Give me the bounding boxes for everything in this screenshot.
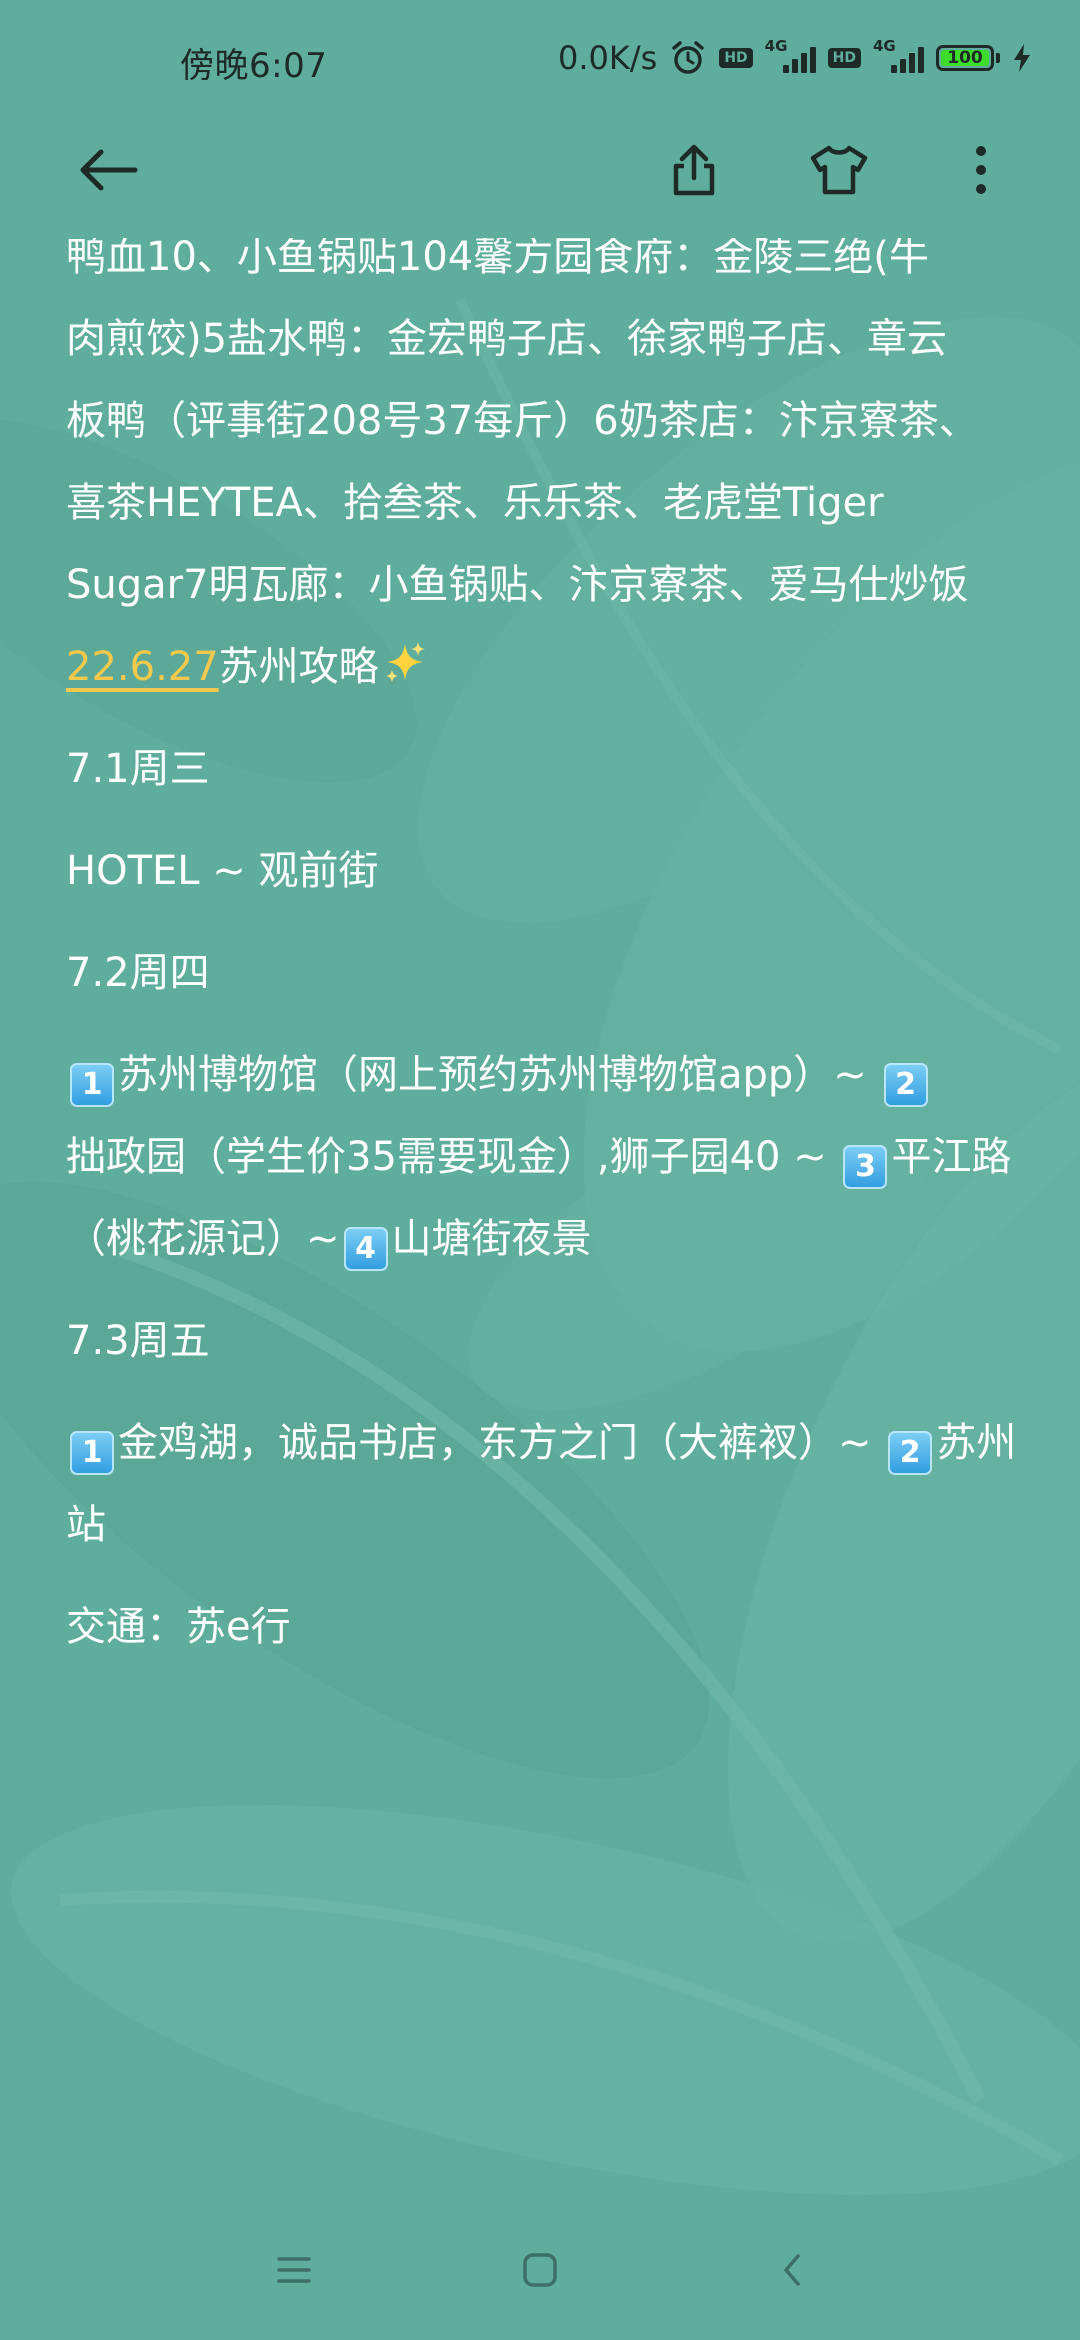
charging-bolt-icon <box>1014 44 1030 72</box>
status-time: 傍晚6:07 <box>180 46 328 86</box>
keycap-two-emoji: 2 <box>888 1431 933 1475</box>
day2-itinerary: 1 苏州博物馆（网上预约苏州博物馆app）~ 2 拙政园（学生价35需要现金）,狮子… <box>66 1034 1026 1280</box>
battery-level: 100 <box>941 49 989 66</box>
note-toolbar <box>0 120 1080 220</box>
day2-item: 苏州博物馆（网上预约苏州博物馆app）~ <box>118 1052 880 1098</box>
intro-line: 喜茶HEYTEA、拾叁茶、乐乐茶、老虎堂Tiger <box>66 480 884 526</box>
keycap-three-emoji: 3 <box>843 1145 888 1189</box>
shirt-icon <box>810 145 868 195</box>
home-square-icon <box>523 2253 557 2287</box>
date-link[interactable]: 22.6.27 <box>66 644 219 690</box>
status-indicators: 0.0K/s HD 4G HD 4G 100 <box>558 36 1032 80</box>
day3-item: 金鸡湖，诚品书店，东方之门（大裤衩）~ <box>118 1420 885 1466</box>
back-button[interactable] <box>68 130 148 210</box>
keycap-two-emoji: 2 <box>883 1063 928 1107</box>
status-bar: 傍晚6:07 0.0K/s HD 4G HD 4G 100 <box>0 0 1080 120</box>
more-vertical-icon <box>976 146 986 194</box>
day3-heading: 7.3周五 <box>66 1318 210 1364</box>
day3-itinerary: 1 金鸡湖，诚品书店，东方之门（大裤衩）~ 2 苏州站 <box>66 1402 1026 1566</box>
day2-item: 拙政园（学生价35需要现金）,狮子园40 ~ <box>66 1134 840 1180</box>
home-button[interactable] <box>500 2230 580 2310</box>
menu-icon <box>277 2257 311 2283</box>
battery-icon: 100 <box>936 45 1000 71</box>
intro-line: 板鸭（评事街208号37每斤）6奶茶店：汴京寮茶、 <box>66 398 979 444</box>
alarm-clock-icon <box>672 41 705 74</box>
day1-text: HOTEL ~ 观前街 <box>66 848 379 894</box>
system-back-button[interactable] <box>752 2230 832 2310</box>
note-content: 鸭血10、小鱼锅贴104馨方园食府：金陵三绝(牛 肉煎饺)5盐水鸭：金宏鸭子店、… <box>66 238 1026 1688</box>
transport-line: 交通：苏e行 <box>66 1604 291 1650</box>
note-title: 苏州攻略 <box>218 644 379 690</box>
signal-strength-icon-2: 4G <box>873 37 924 73</box>
keycap-one-emoji: 1 <box>70 1431 114 1475</box>
back-chevron-icon <box>784 2254 800 2286</box>
intro-line: 肉煎饺)5盐水鸭：金宏鸭子店、徐家鸭子店、章云 <box>66 316 948 362</box>
title-line: 22.6.27苏州攻略 <box>66 626 1026 708</box>
arrow-left-icon <box>80 149 138 191</box>
day2-item: 山塘街夜景 <box>391 1216 592 1262</box>
intro-line: 鸭血10、小鱼锅贴104馨方园食府：金陵三绝(牛 <box>66 238 929 280</box>
keycap-four-emoji: 4 <box>343 1227 388 1271</box>
system-nav-bar <box>0 2200 1080 2340</box>
day2-heading: 7.2周四 <box>66 950 210 996</box>
day1-heading: 7.1周三 <box>66 746 210 792</box>
share-button[interactable] <box>654 130 734 210</box>
theme-button[interactable] <box>799 130 879 210</box>
network-type-label: 4G <box>764 37 788 55</box>
share-icon <box>673 144 715 196</box>
keycap-one-emoji: 1 <box>70 1063 114 1107</box>
hd-badge-2: HD <box>827 48 861 68</box>
network-type-label-2: 4G <box>873 37 896 55</box>
hd-badge: HD <box>719 48 753 68</box>
intro-line: Sugar7明瓦廊：小鱼锅贴、汴京寮茶、爱马仕炒饭 <box>66 544 1026 626</box>
intro-paragraph: 鸭血10、小鱼锅贴104馨方园食府：金陵三绝(牛 肉煎饺)5盐水鸭：金宏鸭子店、… <box>66 238 1026 708</box>
signal-strength-icon: 4G <box>765 37 816 73</box>
more-options-button[interactable] <box>941 130 1021 210</box>
recent-apps-button[interactable] <box>254 2230 334 2310</box>
sparkles-emoji <box>385 642 425 682</box>
net-speed: 0.0K/s <box>557 39 658 77</box>
note-body[interactable]: 鸭血10、小鱼锅贴104馨方园食府：金陵三绝(牛 肉煎饺)5盐水鸭：金宏鸭子店、… <box>0 238 1080 2118</box>
intro-line-text: Sugar7明瓦廊：小鱼锅贴、汴京寮茶、爱马仕炒饭 <box>66 562 969 608</box>
